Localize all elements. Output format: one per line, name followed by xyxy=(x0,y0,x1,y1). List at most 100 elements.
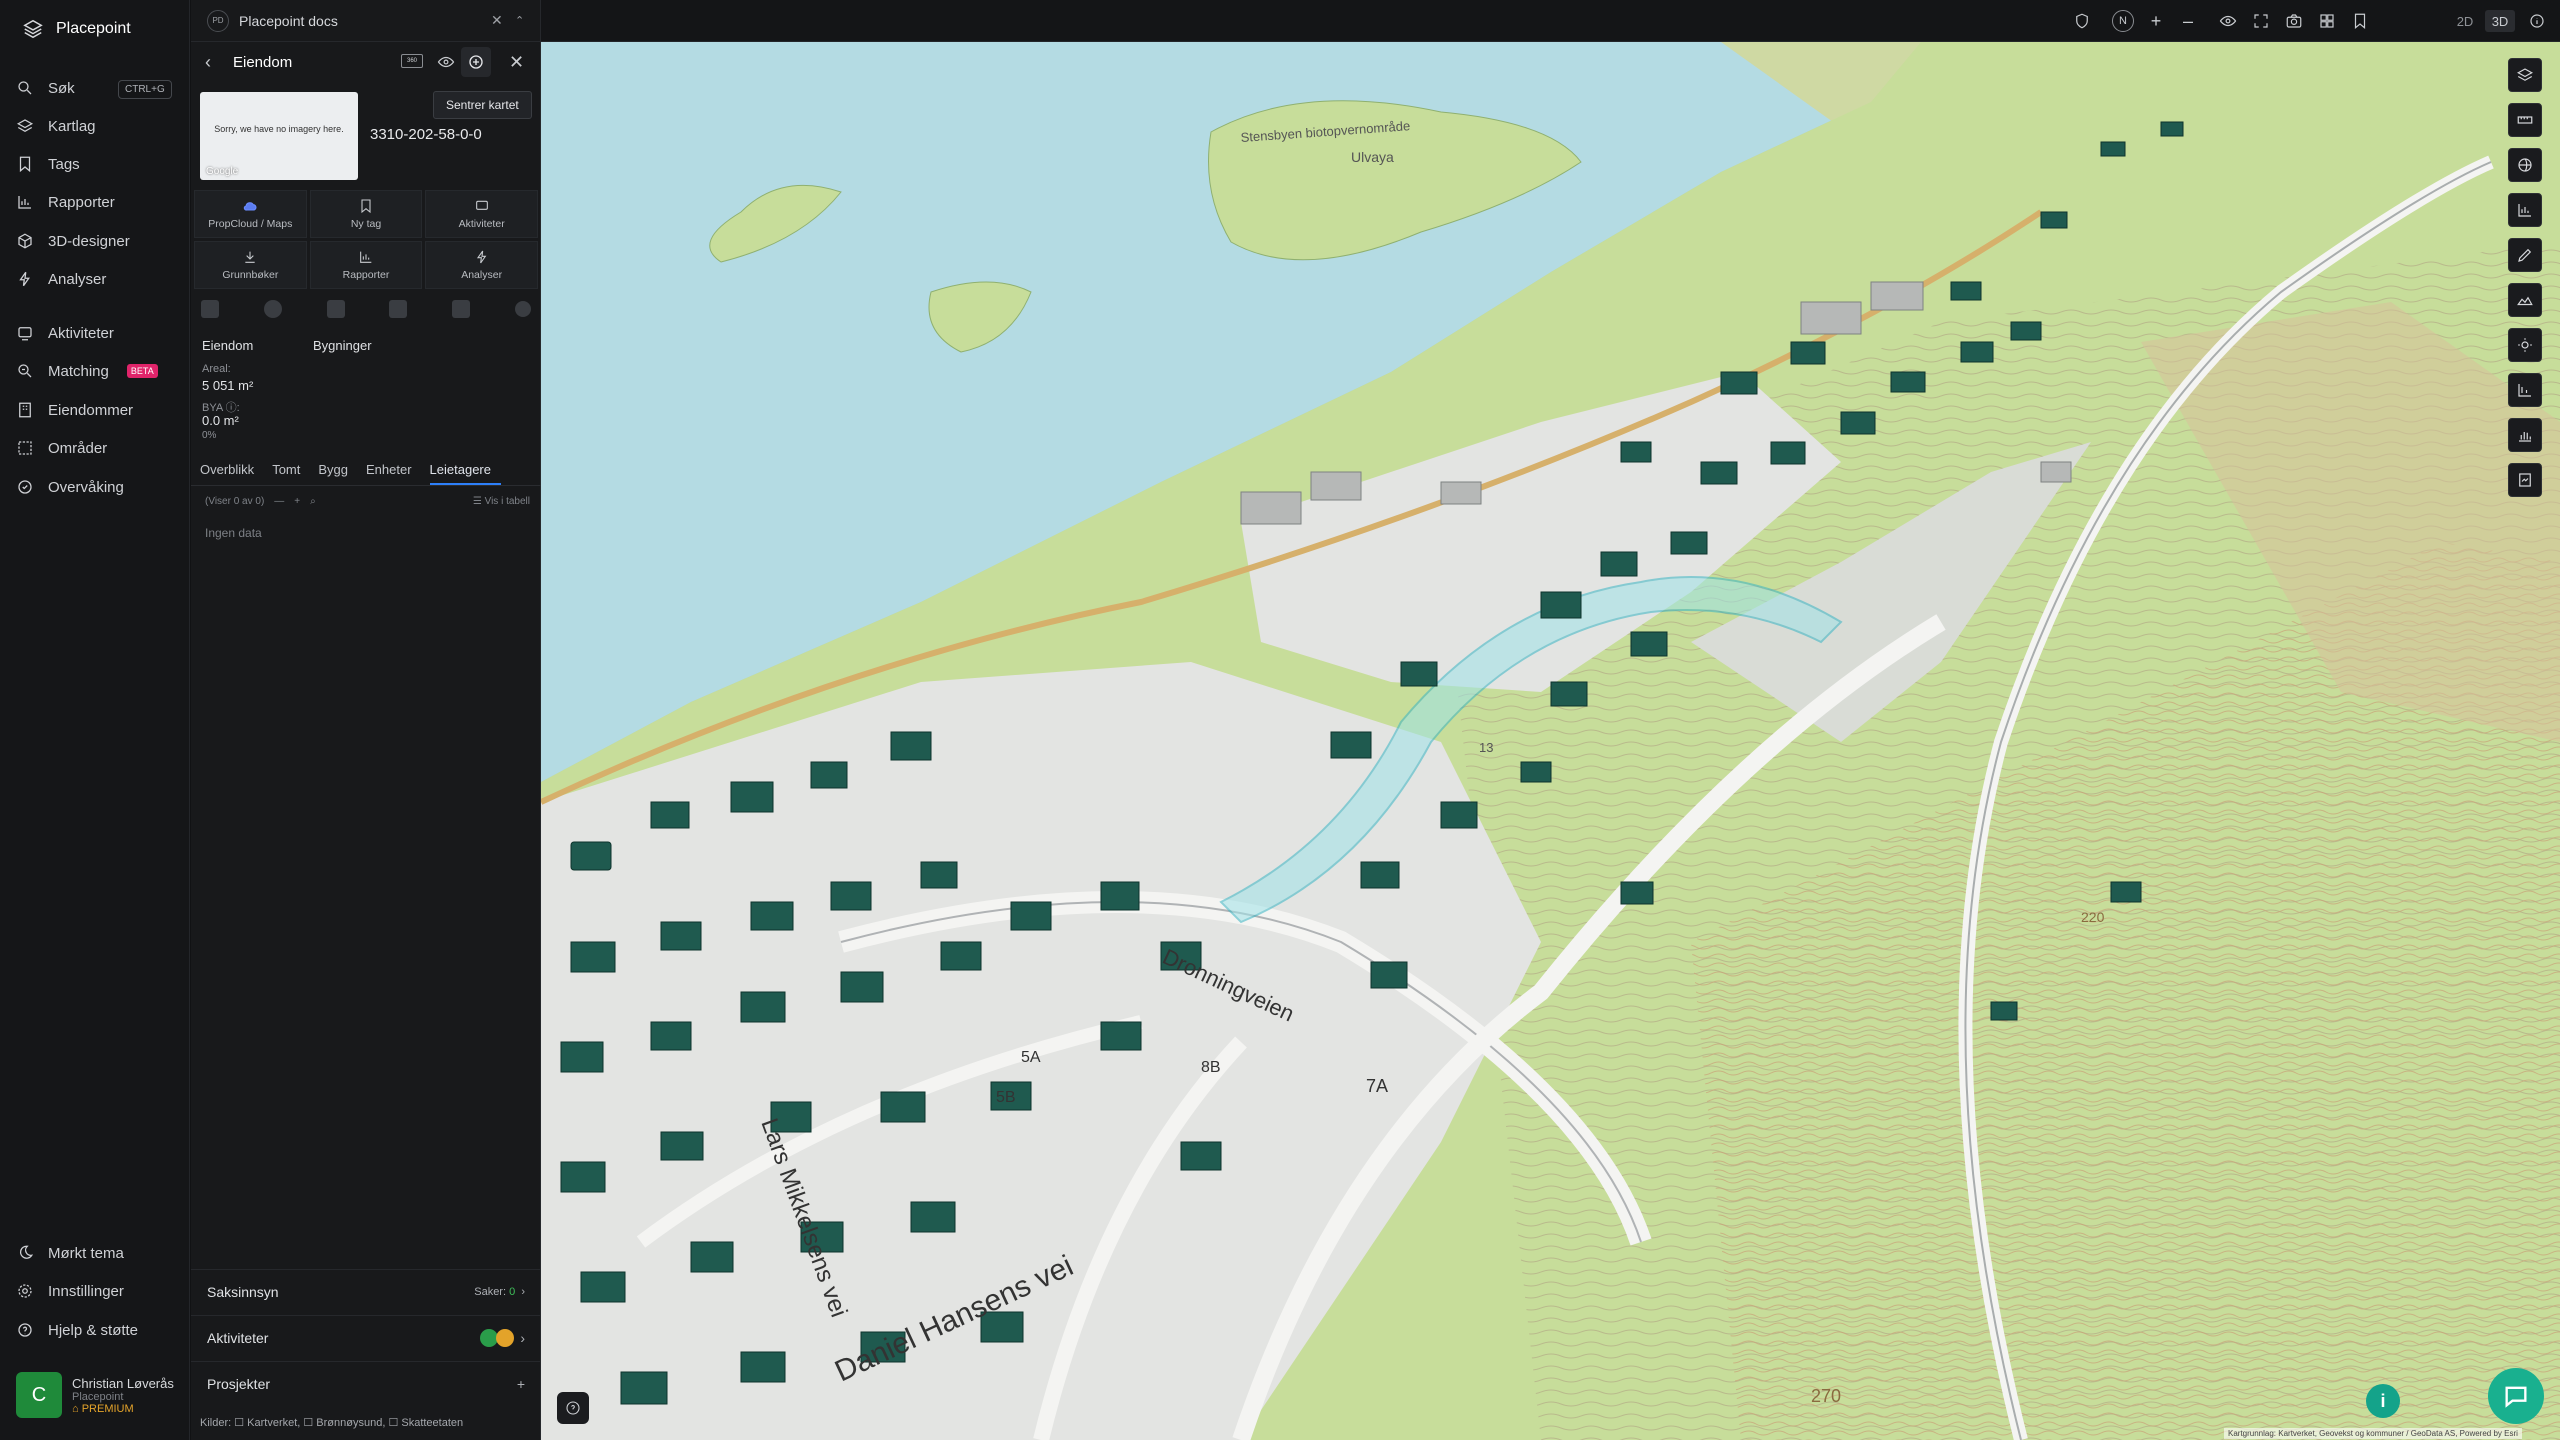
map-tool-chart[interactable] xyxy=(2508,193,2542,227)
sidebar-item-help[interactable]: Hjelp & støtte xyxy=(16,1316,138,1344)
map-3d-view[interactable]: Ulvaya Stensbyen biotopvernområde 13 Dro… xyxy=(541,42,2560,1440)
info-icon[interactable] xyxy=(2526,10,2548,32)
grid-icon[interactable] xyxy=(2316,10,2338,32)
close-icon[interactable]: ✕ xyxy=(491,12,503,29)
chat-button[interactable] xyxy=(2488,1368,2544,1424)
map-help-button[interactable] xyxy=(557,1392,589,1424)
tile-label: PropCloud / Maps xyxy=(208,218,293,230)
zoom-out-icon[interactable]: – xyxy=(2177,10,2199,32)
close-panel-icon[interactable]: ✕ xyxy=(509,52,524,73)
map-canvas[interactable]: Ulvaya Stensbyen biotopvernområde 13 Dro… xyxy=(541,42,2560,1440)
propcloud-button[interactable]: PropCloud / Maps xyxy=(194,190,307,238)
user-card[interactable]: C Christian Løverås Placepoint ⌂ PREMIUM xyxy=(16,1372,174,1418)
show-table-button[interactable]: ☰ Vis i tabell xyxy=(473,496,530,507)
tek-icon[interactable] xyxy=(452,300,471,318)
activities-button[interactable]: Aktiviteter xyxy=(425,190,538,238)
map-tool-sun[interactable] xyxy=(2508,328,2542,362)
user-name: Christian Løverås xyxy=(72,1375,174,1391)
sidebar-item-omrader[interactable]: Områder xyxy=(16,434,107,462)
map-tool-stats[interactable] xyxy=(2508,418,2542,452)
chart-icon xyxy=(18,196,31,209)
tab-overblikk[interactable]: Overblikk xyxy=(200,458,264,485)
mode-2d-button[interactable]: 2D xyxy=(2451,10,2479,32)
tab-enheter[interactable]: Enheter xyxy=(366,458,422,485)
sidebar-item-settings[interactable]: Innstillinger xyxy=(16,1277,124,1305)
map-tool-layers[interactable] xyxy=(2508,58,2542,92)
info-button[interactable]: i xyxy=(2366,1384,2400,1418)
analyses-button[interactable]: Analyser xyxy=(425,241,538,289)
sidebar-item-dark-theme[interactable]: Mørkt tema xyxy=(16,1239,124,1267)
bars-icon[interactable] xyxy=(389,300,408,318)
globe-icon xyxy=(2518,158,2532,172)
search-icon[interactable]: ⌕ xyxy=(310,496,316,507)
sidebar-item-kartlag[interactable]: Kartlag xyxy=(16,112,96,140)
compass-button[interactable]: N xyxy=(2112,10,2134,32)
camera-icon[interactable] xyxy=(2283,10,2305,32)
logo[interactable]: Placepoint xyxy=(22,18,131,40)
sidebar-item-eiendommer[interactable]: Eiendommer xyxy=(16,396,133,424)
tab-leietagere[interactable]: Leietagere xyxy=(429,458,501,485)
map-tool-view[interactable] xyxy=(2508,148,2542,182)
reports-button[interactable]: Rapporter xyxy=(309,241,423,289)
map-tool-section[interactable] xyxy=(2508,373,2542,407)
new-tag-button[interactable]: Ny tag xyxy=(309,190,423,238)
sidebar-item-overvaking[interactable]: Overvåking xyxy=(16,473,124,501)
map-label-elev-1: 270 xyxy=(1811,1386,1841,1406)
zoom-in-icon[interactable]: + xyxy=(2145,10,2167,32)
sidebar-item-3d-designer[interactable]: 3D-designer xyxy=(16,227,130,255)
map-tool-measure[interactable] xyxy=(2508,103,2542,137)
map-tool-report[interactable] xyxy=(2508,463,2542,497)
section-icon xyxy=(2518,384,2531,397)
section-prosjekter[interactable]: Prosjekter + xyxy=(191,1361,541,1405)
eye-icon[interactable] xyxy=(437,53,455,75)
shield-icon[interactable] xyxy=(2071,10,2093,32)
minus-icon[interactable]: — xyxy=(274,496,284,507)
plus-icon[interactable]: + xyxy=(294,496,300,507)
list-toolbar: (Viser 0 av 0) — + ⌕ ☰ Vis i tabell xyxy=(205,496,530,507)
eye-icon[interactable] xyxy=(2217,10,2239,32)
mode-3d-button[interactable]: 3D xyxy=(2485,10,2515,32)
fullscreen-icon[interactable] xyxy=(2250,10,2272,32)
sidebar-item-tags[interactable]: Tags xyxy=(16,150,80,178)
property-panel: PD Placepoint docs ✕ ⌃ ‹ Eiendom 360 ✕ S… xyxy=(191,0,541,1440)
section-saksinnsyn[interactable]: Saksinnsyn Saker: 0 › xyxy=(191,1269,541,1313)
tab-bygg[interactable]: Bygg xyxy=(318,458,358,485)
map-label-elev-2: 220 xyxy=(2081,909,2105,925)
center-map-button[interactable] xyxy=(461,47,491,77)
sidebar-item-search[interactable]: Søk xyxy=(16,74,75,102)
doc-bar[interactable]: PD Placepoint docs ✕ ⌃ xyxy=(191,0,541,42)
activity-icon xyxy=(18,327,32,341)
se-icon[interactable] xyxy=(201,300,219,318)
globe-icon[interactable] xyxy=(263,300,282,318)
map-tool-profile[interactable] xyxy=(2508,283,2542,317)
bya-value: 0.0 m² xyxy=(202,413,239,428)
back-icon[interactable]: ‹ xyxy=(205,52,211,73)
buildings-icon[interactable] xyxy=(326,300,345,318)
sidebar-item-label: 3D-designer xyxy=(48,232,130,250)
360-icon[interactable]: 360 xyxy=(401,54,423,68)
layers-icon xyxy=(2517,68,2533,81)
sidebar-item-label: Aktiviteter xyxy=(48,324,114,342)
sidebar-item-aktiviteter[interactable]: Aktiviteter xyxy=(16,319,114,347)
avatar xyxy=(496,1328,515,1347)
doc-badge: PD xyxy=(207,9,229,32)
crosshair-icon xyxy=(469,55,483,69)
sidebar-item-rapporter[interactable]: Rapporter xyxy=(16,188,115,216)
section-aktiviteter[interactable]: Aktiviteter › xyxy=(191,1315,541,1359)
grunnboker-button[interactable]: Grunnbøker xyxy=(194,241,307,289)
chevron-updown-icon[interactable]: ⌃ xyxy=(515,14,524,27)
sidebar-item-label: Søk xyxy=(48,79,75,97)
terrain-icon xyxy=(2517,296,2533,306)
map-attribution: Kartgrunnlag: Kartverket, Geovekst og ko… xyxy=(2224,1428,2522,1439)
tab-tomt[interactable]: Tomt xyxy=(272,458,310,485)
monitor-icon xyxy=(18,480,32,494)
plan-label: PREMIUM xyxy=(81,1402,134,1415)
add-icon[interactable]: + xyxy=(517,1376,525,1392)
bookmark-icon[interactable] xyxy=(2349,10,2371,32)
sidebar-item-analyser[interactable]: Analyser xyxy=(16,265,106,293)
more-icon[interactable] xyxy=(514,301,531,317)
sidebar-item-label: Rapporter xyxy=(48,193,115,211)
sidebar-item-matching[interactable]: Matching BETA xyxy=(16,357,158,385)
map-tool-draw[interactable] xyxy=(2508,238,2542,272)
map-toolbar: N + – 2D 3D xyxy=(541,0,2560,42)
